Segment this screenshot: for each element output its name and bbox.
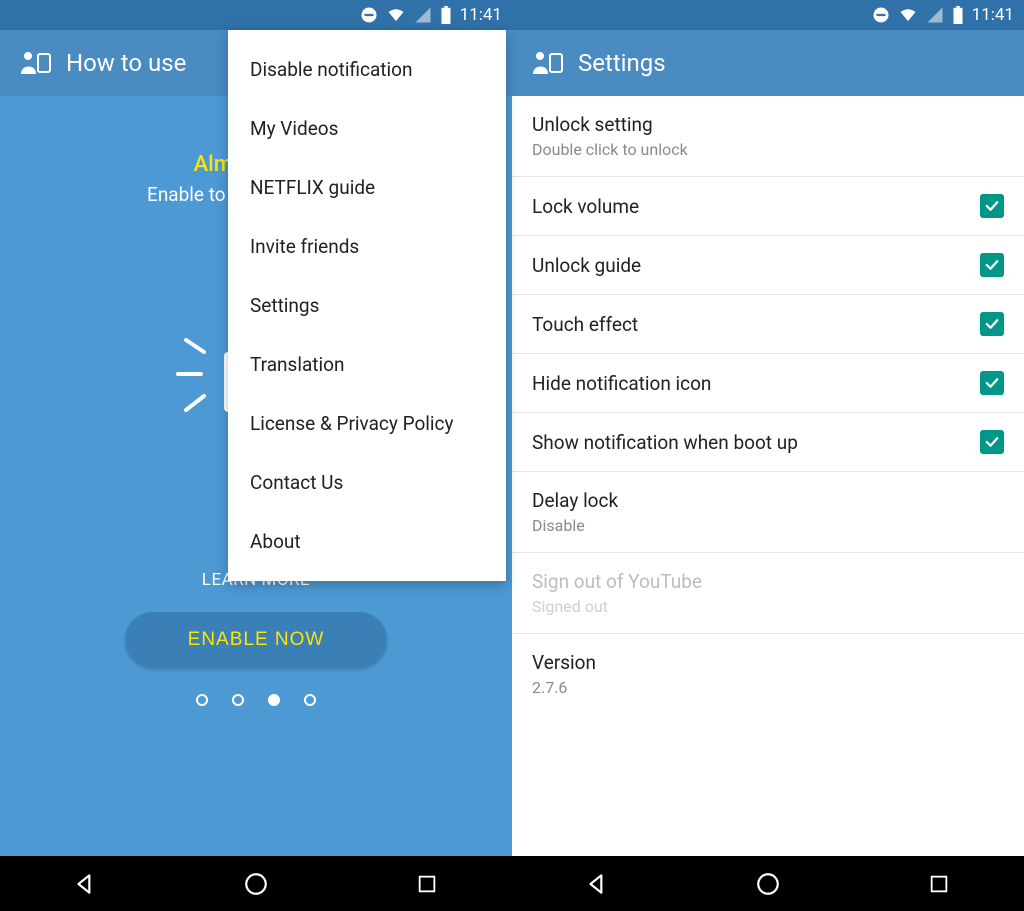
appbar-title: Settings (578, 49, 666, 77)
checkbox-icon[interactable] (980, 371, 1004, 395)
wifi-icon (898, 6, 918, 24)
menu-item-license-privacy[interactable]: License & Privacy Policy (228, 394, 506, 453)
signal-icon (414, 6, 432, 24)
page-indicator (0, 694, 512, 706)
setting-lock-volume[interactable]: Lock volume (512, 177, 1024, 236)
app-logo-icon (530, 50, 564, 76)
status-bar: 11:41 (0, 0, 512, 30)
setting-sub: 2.7.6 (532, 678, 596, 697)
checkbox-icon[interactable] (980, 253, 1004, 277)
appbar-title: How to use (66, 49, 186, 77)
page-dot[interactable] (268, 694, 280, 706)
setting-title: Touch effect (532, 313, 638, 336)
setting-sub: Signed out (532, 597, 702, 616)
setting-version[interactable]: Version 2.7.6 (512, 634, 1024, 714)
menu-item-netflix-guide[interactable]: NETFLIX guide (228, 158, 506, 217)
home-button[interactable] (752, 868, 784, 900)
setting-sub: Double click to unlock (532, 140, 688, 159)
menu-item-disable-notification[interactable]: Disable notification (228, 40, 506, 99)
setting-hide-notification-icon[interactable]: Hide notification icon (512, 354, 1024, 413)
setting-title: Lock volume (532, 195, 639, 218)
menu-item-my-videos[interactable]: My Videos (228, 99, 506, 158)
menu-item-settings[interactable]: Settings (228, 276, 506, 335)
status-bar: 11:41 (512, 0, 1024, 30)
wifi-icon (386, 6, 406, 24)
status-time: 11:41 (972, 5, 1014, 25)
setting-touch-effect[interactable]: Touch effect (512, 295, 1024, 354)
overflow-menu: Disable notification My Videos NETFLIX g… (228, 30, 506, 581)
nav-bar (0, 856, 512, 911)
nav-bar (512, 856, 1024, 911)
setting-title: Unlock setting (532, 113, 688, 136)
phone-left: 11:41 How to use Almost done Enable to l… (0, 0, 512, 911)
back-button[interactable] (69, 868, 101, 900)
menu-item-translation[interactable]: Translation (228, 335, 506, 394)
battery-icon (952, 6, 964, 24)
back-button[interactable] (581, 868, 613, 900)
recents-button[interactable] (923, 868, 955, 900)
setting-sign-out-youtube: Sign out of YouTube Signed out (512, 553, 1024, 634)
setting-title: Delay lock (532, 489, 618, 512)
setting-unlock-guide[interactable]: Unlock guide (512, 236, 1024, 295)
battery-icon (440, 6, 452, 24)
page-dot[interactable] (232, 694, 244, 706)
setting-unlock-setting[interactable]: Unlock setting Double click to unlock (512, 96, 1024, 177)
app-bar: Settings (512, 30, 1024, 96)
page-dot[interactable] (304, 694, 316, 706)
checkbox-icon[interactable] (980, 430, 1004, 454)
checkbox-icon[interactable] (980, 194, 1004, 218)
recents-button[interactable] (411, 868, 443, 900)
phone-right: 11:41 Settings Unlock setting Double cli… (512, 0, 1024, 911)
setting-title: Show notification when boot up (532, 431, 798, 454)
setting-title: Sign out of YouTube (532, 570, 702, 593)
checkbox-icon[interactable] (980, 312, 1004, 336)
setting-title: Version (532, 651, 596, 674)
setting-title: Hide notification icon (532, 372, 711, 395)
setting-sub: Disable (532, 516, 618, 535)
setting-show-notification-boot[interactable]: Show notification when boot up (512, 413, 1024, 472)
page-dot[interactable] (196, 694, 208, 706)
dnd-icon (360, 6, 378, 24)
dnd-icon (872, 6, 890, 24)
enable-now-button[interactable]: ENABLE NOW (125, 612, 387, 668)
home-button[interactable] (240, 868, 272, 900)
app-logo-icon (18, 50, 52, 76)
setting-delay-lock[interactable]: Delay lock Disable (512, 472, 1024, 553)
menu-item-about[interactable]: About (228, 512, 506, 571)
status-time: 11:41 (460, 5, 502, 25)
settings-list[interactable]: Unlock setting Double click to unlock Lo… (512, 96, 1024, 856)
setting-title: Unlock guide (532, 254, 641, 277)
menu-item-contact-us[interactable]: Contact Us (228, 453, 506, 512)
signal-icon (926, 6, 944, 24)
menu-item-invite-friends[interactable]: Invite friends (228, 217, 506, 276)
